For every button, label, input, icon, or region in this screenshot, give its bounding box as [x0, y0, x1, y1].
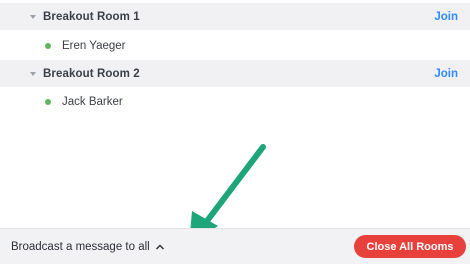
room-name: Breakout Room 1: [43, 10, 140, 23]
room-header-2[interactable]: Breakout Room 2 Join: [0, 60, 470, 87]
participant-name: Jack Barker: [62, 95, 123, 108]
footer-bar: Broadcast a message to all Close All Roo…: [0, 228, 470, 264]
broadcast-label: Broadcast a message to all: [11, 240, 150, 253]
join-room-1-button[interactable]: Join: [434, 11, 458, 23]
participant-row: Eren Yaeger: [0, 32, 470, 59]
chevron-up-icon: [155, 244, 164, 249]
close-all-rooms-button[interactable]: Close All Rooms: [354, 235, 466, 258]
participant-row: Jack Barker: [0, 88, 470, 115]
online-status-icon: [45, 42, 51, 49]
collapse-caret-icon[interactable]: [30, 71, 36, 76]
room-name: Breakout Room 2: [43, 67, 140, 80]
room-header-1[interactable]: Breakout Room 1 Join: [0, 3, 470, 30]
breakout-rooms-panel: Breakout Room 1 Join Eren Yaeger Breakou…: [0, 0, 470, 264]
online-status-icon: [45, 98, 51, 105]
join-room-2-button[interactable]: Join: [434, 68, 458, 80]
collapse-caret-icon[interactable]: [30, 14, 36, 19]
broadcast-button[interactable]: Broadcast a message to all: [11, 241, 165, 253]
participant-name: Eren Yaeger: [62, 39, 126, 52]
